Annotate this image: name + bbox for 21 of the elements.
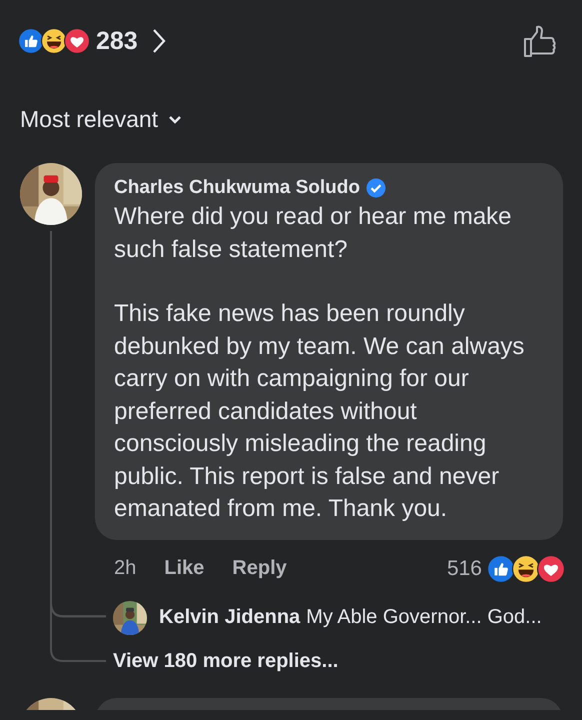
reply-text: My Able Governor... God... <box>306 606 542 629</box>
chevron-right-icon[interactable] <box>152 28 166 54</box>
action-link[interactable]: Like <box>164 557 204 580</box>
love-reaction-icon <box>64 28 90 54</box>
reply-author[interactable]: Kelvin Jidenna <box>159 606 300 629</box>
reaction-count[interactable]: 516 <box>446 556 482 580</box>
like-reaction-icon <box>487 554 515 582</box>
action-link[interactable]: Reply <box>232 557 287 580</box>
sort-dropdown[interactable]: Most relevant <box>18 106 182 133</box>
timestamp: 2h <box>114 557 136 580</box>
comment-text: Where did you read or hear me make such false statement? <box>114 202 513 264</box>
like-icon[interactable] <box>523 24 556 58</box>
caret-icon <box>168 114 182 124</box>
reaction-count[interactable]: 283 <box>96 26 138 56</box>
love-reaction-icon <box>537 554 565 582</box>
author-name[interactable]: Charles Chukwuma Soludo <box>114 175 360 201</box>
like-reaction-icon <box>18 28 44 54</box>
haha-reaction-icon <box>41 28 67 54</box>
haha-reaction-icon <box>512 554 540 582</box>
view-more-replies-link[interactable]: View 180 more replies... <box>113 644 582 678</box>
comment-text: This fake news has been roundly debunked by my team. We can always carry on with campaigning for our preferred candidates without consciously misleading the reading public. This report is false and never emanated from me. Thank you. <box>114 299 526 524</box>
